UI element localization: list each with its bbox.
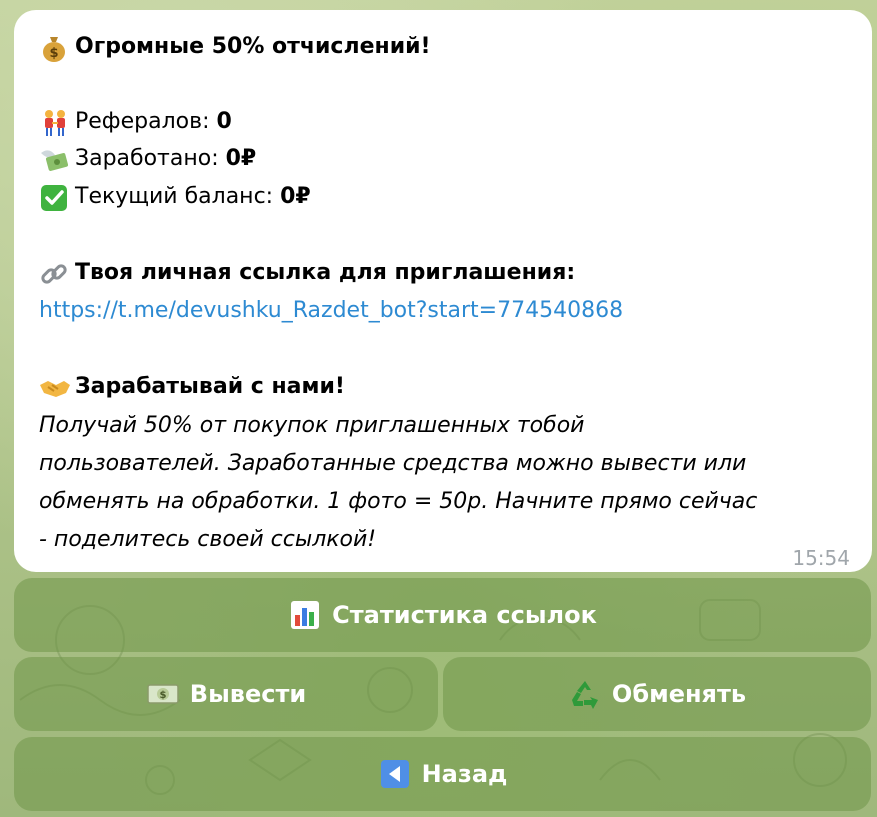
bar-chart-icon bbox=[288, 598, 322, 632]
message-bubble: $ Огромные 50% отчислений! Рефералов: 0 bbox=[14, 10, 872, 572]
recycle-icon bbox=[568, 677, 602, 711]
earn-description: Получай 50% от покупок приглашенных тобо… bbox=[39, 407, 859, 559]
stats-button[interactable]: Статистика ссылок bbox=[14, 578, 871, 652]
money-with-wings-icon bbox=[39, 144, 75, 174]
link-icon bbox=[39, 258, 75, 288]
back-button-label: Назад bbox=[421, 760, 508, 788]
referrals-line: Рефералов: 0 bbox=[39, 107, 232, 137]
referrals-value: 0 bbox=[216, 109, 232, 134]
handshake-icon bbox=[39, 372, 75, 402]
link-heading-text: Твоя личная ссылка для приглашения: bbox=[75, 260, 576, 285]
balance-label: Текущий баланс: bbox=[75, 184, 274, 209]
heading-text: Огромные 50% отчислений! bbox=[75, 34, 431, 59]
withdraw-button-label: Вывести bbox=[189, 680, 307, 708]
dollar-banknote-icon: $ bbox=[146, 677, 180, 711]
withdraw-button[interactable]: $ Вывести bbox=[14, 657, 438, 731]
earn-heading-line: Зарабатывай с нами! bbox=[39, 372, 345, 402]
earned-label: Заработано: bbox=[75, 146, 219, 171]
exchange-button-label: Обменять bbox=[611, 680, 747, 708]
money-bag-icon: $ bbox=[39, 32, 75, 62]
link-heading-line: Твоя личная ссылка для приглашения: bbox=[39, 258, 575, 288]
svg-text:$: $ bbox=[49, 46, 58, 61]
earn-description-line: Получай 50% от покупок приглашенных тобо… bbox=[39, 413, 585, 438]
earn-heading-text: Зарабатывай с нами! bbox=[75, 374, 345, 399]
earned-value: 0₽ bbox=[225, 146, 257, 171]
referral-link[interactable]: https://t.me/devushku_Razdet_bot?start=7… bbox=[39, 296, 623, 326]
earn-description-line: обменять на обработки. 1 фото = 50р. Нач… bbox=[39, 489, 758, 514]
earned-line: Заработано: 0₽ bbox=[39, 144, 256, 174]
earn-description-line: - поделитесь своей ссылкой! bbox=[39, 527, 377, 552]
check-mark-button-icon bbox=[39, 182, 75, 212]
referrals-label: Рефералов: bbox=[75, 109, 210, 134]
message-time: 15:54 bbox=[792, 546, 850, 570]
stats-button-label: Статистика ссылок bbox=[332, 601, 597, 629]
people-holding-hands-icon bbox=[39, 107, 75, 137]
earn-description-line: пользователей. Заработанные средства мож… bbox=[39, 451, 747, 476]
heading-line: $ Огромные 50% отчислений! bbox=[39, 32, 431, 62]
back-button[interactable]: Назад bbox=[14, 737, 871, 811]
balance-value: 0₽ bbox=[280, 184, 311, 209]
svg-text:$: $ bbox=[159, 690, 166, 701]
back-arrow-icon bbox=[378, 757, 412, 791]
balance-line: Текущий баланс: 0₽ bbox=[39, 182, 311, 212]
exchange-button[interactable]: Обменять bbox=[443, 657, 871, 731]
